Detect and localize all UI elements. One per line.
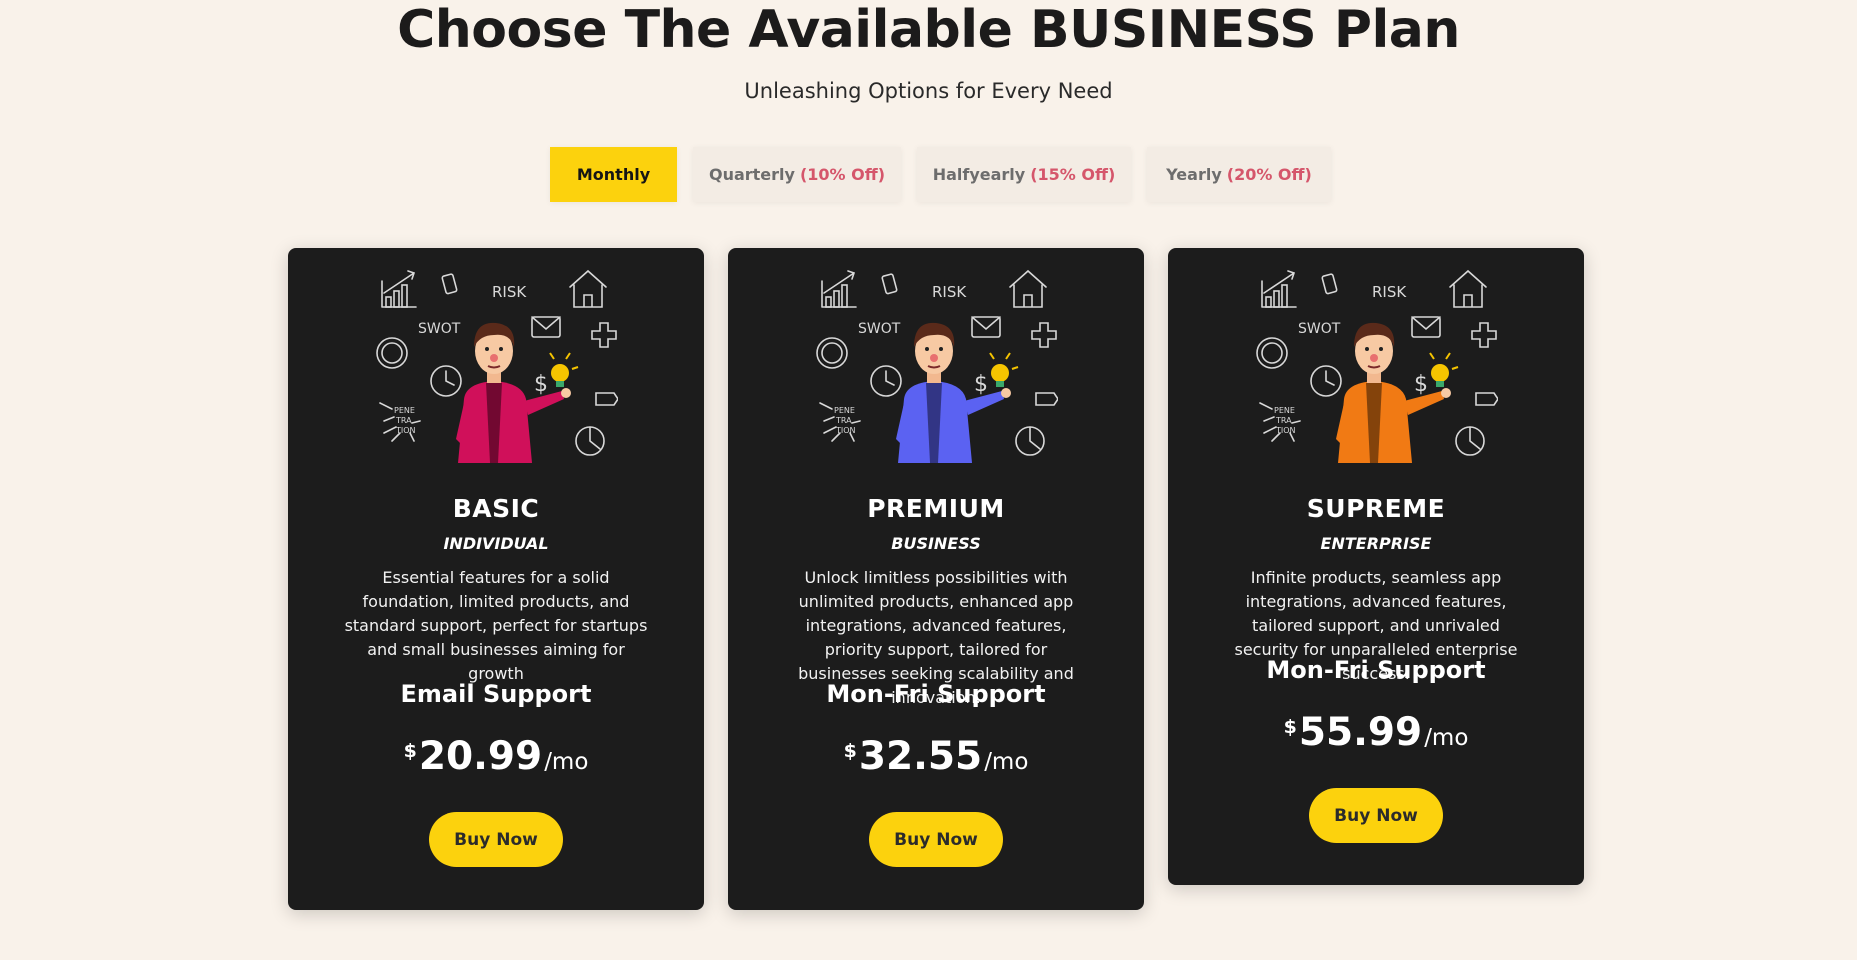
plan-name: PREMIUM [867,494,1005,523]
tab-label: Halfyearly [932,165,1026,184]
plan-price: $ 55.99 /mo [1168,710,1584,755]
pricing-card-supreme: RISK SWOT $ PENE TRA TION SUPREME ENTERP… [1168,248,1584,885]
penetration-doodle-text-3: TION [395,426,416,435]
swot-doodle-text: SWOT [418,321,461,337]
swot-doodle-text: SWOT [858,321,901,337]
penetration-doodle-text-2: TRA [1275,416,1292,425]
discount-badge: (20% Off) [1226,165,1312,184]
price-amount: 20.99 [418,734,543,779]
swot-doodle-text: SWOT [1298,321,1341,337]
plan-audience: BUSINESS [891,534,981,553]
price-period: /mo [544,749,589,775]
business-person-illustration: RISK SWOT $ PENE TRA TION [376,269,618,463]
billing-period-tabs: Monthly Quarterly (10% Off) Halfyearly (… [550,147,1331,202]
plan-audience: ENTERPRISE [1320,534,1432,553]
price-period: /mo [1424,725,1469,751]
dollar-doodle-text: $ [534,372,548,397]
pricing-card-basic: RISK SWOT $ PENE TRA TION BASIC INDIVIDU… [288,248,704,910]
plan-price: $ 20.99 /mo [288,734,704,779]
buy-now-button[interactable]: Buy Now [1309,788,1443,843]
plan-support: Mon-Fri Support [826,680,1046,708]
plan-support: Mon-Fri Support [1266,656,1486,684]
person-figure [896,322,1019,463]
price-amount: 55.99 [1298,710,1423,755]
tab-label: Monthly [576,165,651,184]
business-person-illustration: RISK SWOT $ PENE TRA TION [1256,269,1498,463]
tab-label: Quarterly [708,165,795,184]
dollar-doodle-text: $ [974,372,988,397]
plan-name: SUPREME [1306,494,1446,523]
risk-doodle-text: RISK [492,283,527,301]
person-figure [1336,322,1459,463]
risk-doodle-text: RISK [932,283,967,301]
plan-price: $ 32.55 /mo [728,734,1144,779]
person-figure [456,322,579,463]
discount-badge: (10% Off) [799,165,886,184]
tab-quarterly[interactable]: Quarterly (10% Off) [693,147,901,202]
plan-name: BASIC [452,494,540,523]
buy-now-button[interactable]: Buy Now [869,812,1003,867]
price-period: /mo [984,749,1029,775]
discount-badge: (15% Off) [1030,165,1116,184]
dollar-doodle-text: $ [1414,372,1428,397]
tab-monthly[interactable]: Monthly [550,147,677,202]
plan-audience: INDIVIDUAL [443,534,549,553]
plan-support: Email Support [400,680,592,708]
currency-symbol: $ [1283,716,1297,738]
plan-description: Essential features for a solid foundatio… [344,568,648,683]
penetration-doodle-text-2: TRA [835,416,852,425]
penetration-doodle-text-1: PENE [1274,406,1295,415]
tab-label: Yearly [1166,165,1222,184]
currency-symbol: $ [843,740,857,762]
buy-now-button[interactable]: Buy Now [429,812,563,867]
tab-yearly[interactable]: Yearly (20% Off) [1147,147,1331,202]
business-person-illustration: RISK SWOT $ PENE TRA TION [816,269,1058,463]
page-subtitle: Unleashing Options for Every Need [744,79,1113,103]
penetration-doodle-text-1: PENE [394,406,415,415]
currency-symbol: $ [403,740,417,762]
tab-halfyearly[interactable]: Halfyearly (15% Off) [917,147,1131,202]
penetration-doodle-text-3: TION [1275,426,1296,435]
penetration-doodle-text-2: TRA [395,416,412,425]
risk-doodle-text: RISK [1372,283,1407,301]
page-title: Choose The Available BUSINESS Plan [397,0,1460,60]
penetration-doodle-text-1: PENE [834,406,855,415]
penetration-doodle-text-3: TION [835,426,856,435]
pricing-card-premium: RISK SWOT $ PENE TRA TION PREMIUM BUSINE… [728,248,1144,910]
price-amount: 32.55 [858,734,983,779]
